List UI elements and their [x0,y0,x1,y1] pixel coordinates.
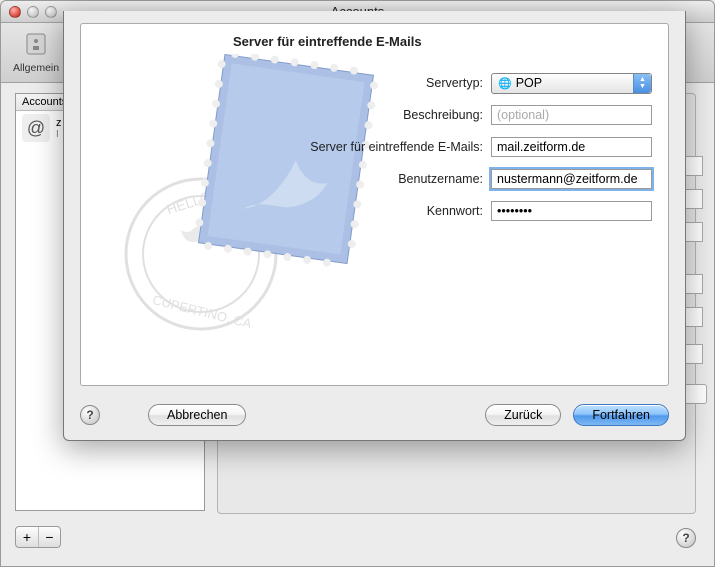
continue-button[interactable]: Fortfahren [573,404,669,426]
row-servertype: Servertyp: 🌐 POP ▲▼ [281,68,652,98]
row-password: Kennwort: [281,196,652,226]
sheet-help-button[interactable]: ? [80,405,100,425]
popup-arrows-icon: ▲▼ [633,74,651,93]
account-at-icon: @ [22,114,50,142]
globe-icon: 🌐 [498,77,512,90]
label-incoming: Server für eintreffende E-Mails: [281,140,491,154]
row-incoming: Server für eintreffende E-Mails: [281,132,652,162]
servertype-popup[interactable]: 🌐 POP ▲▼ [491,73,652,94]
setup-sheet: Server für eintreffende E-Mails HELLO FR… [63,11,686,441]
toolbar-label: Allgemein [13,62,59,74]
add-remove-control: + − [15,526,61,548]
label-password: Kennwort: [281,204,491,218]
add-account-button[interactable]: + [16,527,38,547]
servertype-value: POP [516,76,542,90]
description-input[interactable] [491,105,652,125]
cancel-button[interactable]: Abbrechen [148,404,246,426]
back-button[interactable]: Zurück [485,404,561,426]
username-input[interactable] [491,169,652,189]
help-button[interactable]: ? [676,528,696,548]
remove-account-button[interactable]: − [38,527,60,547]
general-icon [20,28,52,60]
preferences-window: Accounts Allgemein @ Accounts RSS RSS We… [0,0,715,567]
row-description: Beschreibung: [281,100,652,130]
sheet-button-bar: ? Abbrechen Zurück Fortfahren [80,404,669,426]
account-line1: z [56,117,62,129]
form-area: Servertyp: 🌐 POP ▲▼ Beschreibung: Server… [281,68,652,228]
row-username: Benutzername: [281,164,652,194]
label-username: Benutzername: [281,172,491,186]
password-input[interactable] [491,201,652,221]
label-servertype: Servertyp: [281,76,491,90]
incoming-server-input[interactable] [491,137,652,157]
sheet-heading: Server für eintreffende E-Mails [233,34,422,49]
sheet-content: Server für eintreffende E-Mails HELLO FR… [80,23,669,386]
toolbar-item-general[interactable]: Allgemein [7,24,65,78]
account-line2: I [56,129,62,140]
label-description: Beschreibung: [281,108,491,122]
